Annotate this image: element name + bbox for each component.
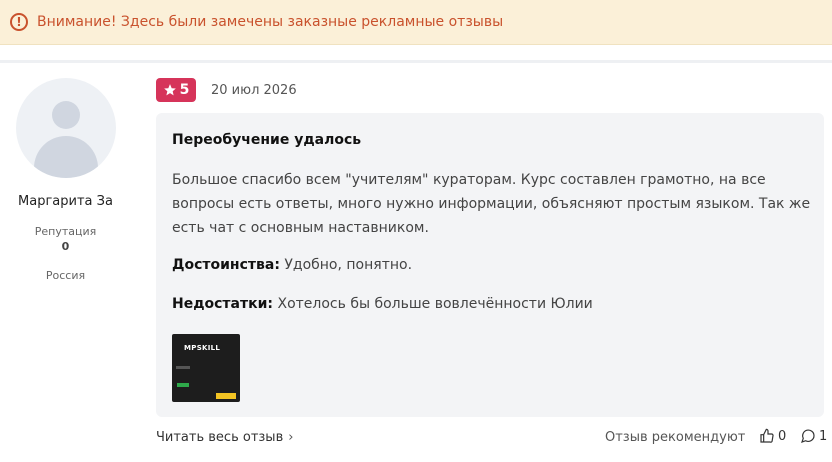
- read-full-label: Читать весь отзыв: [156, 430, 284, 445]
- review-title: Переобучение удалось: [172, 132, 362, 148]
- like-button[interactable]: 0: [759, 428, 786, 444]
- comments-count: 1: [819, 428, 828, 444]
- review-cons: Недостатки: Хотелось бы больше вовлечённ…: [172, 296, 593, 312]
- pros-label: Достоинства:: [172, 257, 280, 273]
- recommend-label: Отзыв рекомендуют: [605, 430, 746, 445]
- chevron-right-icon: ›: [288, 430, 294, 445]
- section-divider: [0, 60, 832, 63]
- reputation-value: 0: [61, 240, 70, 253]
- comment-icon: [801, 429, 815, 443]
- review-date: 20 июл 2026: [211, 83, 297, 98]
- thumbnail-logo: MPSKILL: [184, 344, 221, 352]
- rating-value: 5: [179, 82, 190, 98]
- review-card: Переобучение удалось Большое спасибо все…: [156, 113, 824, 417]
- alert-circle-icon: !: [10, 13, 28, 31]
- rating-badge: 5: [156, 78, 196, 102]
- warning-text: Внимание! Здесь были замечены заказные р…: [37, 14, 504, 30]
- review-pros: Достоинства: Удобно, понятно.: [172, 257, 412, 273]
- star-icon: [163, 84, 176, 96]
- warning-banner: ! Внимание! Здесь были замечены заказные…: [0, 0, 832, 45]
- read-full-review-link[interactable]: Читать весь отзыв ›: [156, 430, 293, 445]
- thumbs-up-icon: [760, 428, 774, 443]
- cons-label: Недостатки:: [172, 296, 274, 312]
- comments-button[interactable]: 1: [800, 428, 827, 444]
- review-image-thumbnail[interactable]: MPSKILL: [172, 334, 240, 402]
- pros-text: Удобно, понятно.: [279, 257, 413, 273]
- cons-text: Хотелось бы больше вовлечённости Юлии: [273, 296, 593, 312]
- author-name[interactable]: Маргарита За: [0, 194, 131, 209]
- avatar[interactable]: [15, 78, 116, 178]
- reputation-label: Репутация: [34, 225, 97, 238]
- author-country: Россия: [45, 269, 86, 282]
- review-body: Большое спасибо всем "учителям" куратора…: [172, 172, 811, 236]
- author-panel: Маргарита За Репутация 0 Россия: [0, 78, 131, 282]
- likes-count: 0: [778, 428, 787, 444]
